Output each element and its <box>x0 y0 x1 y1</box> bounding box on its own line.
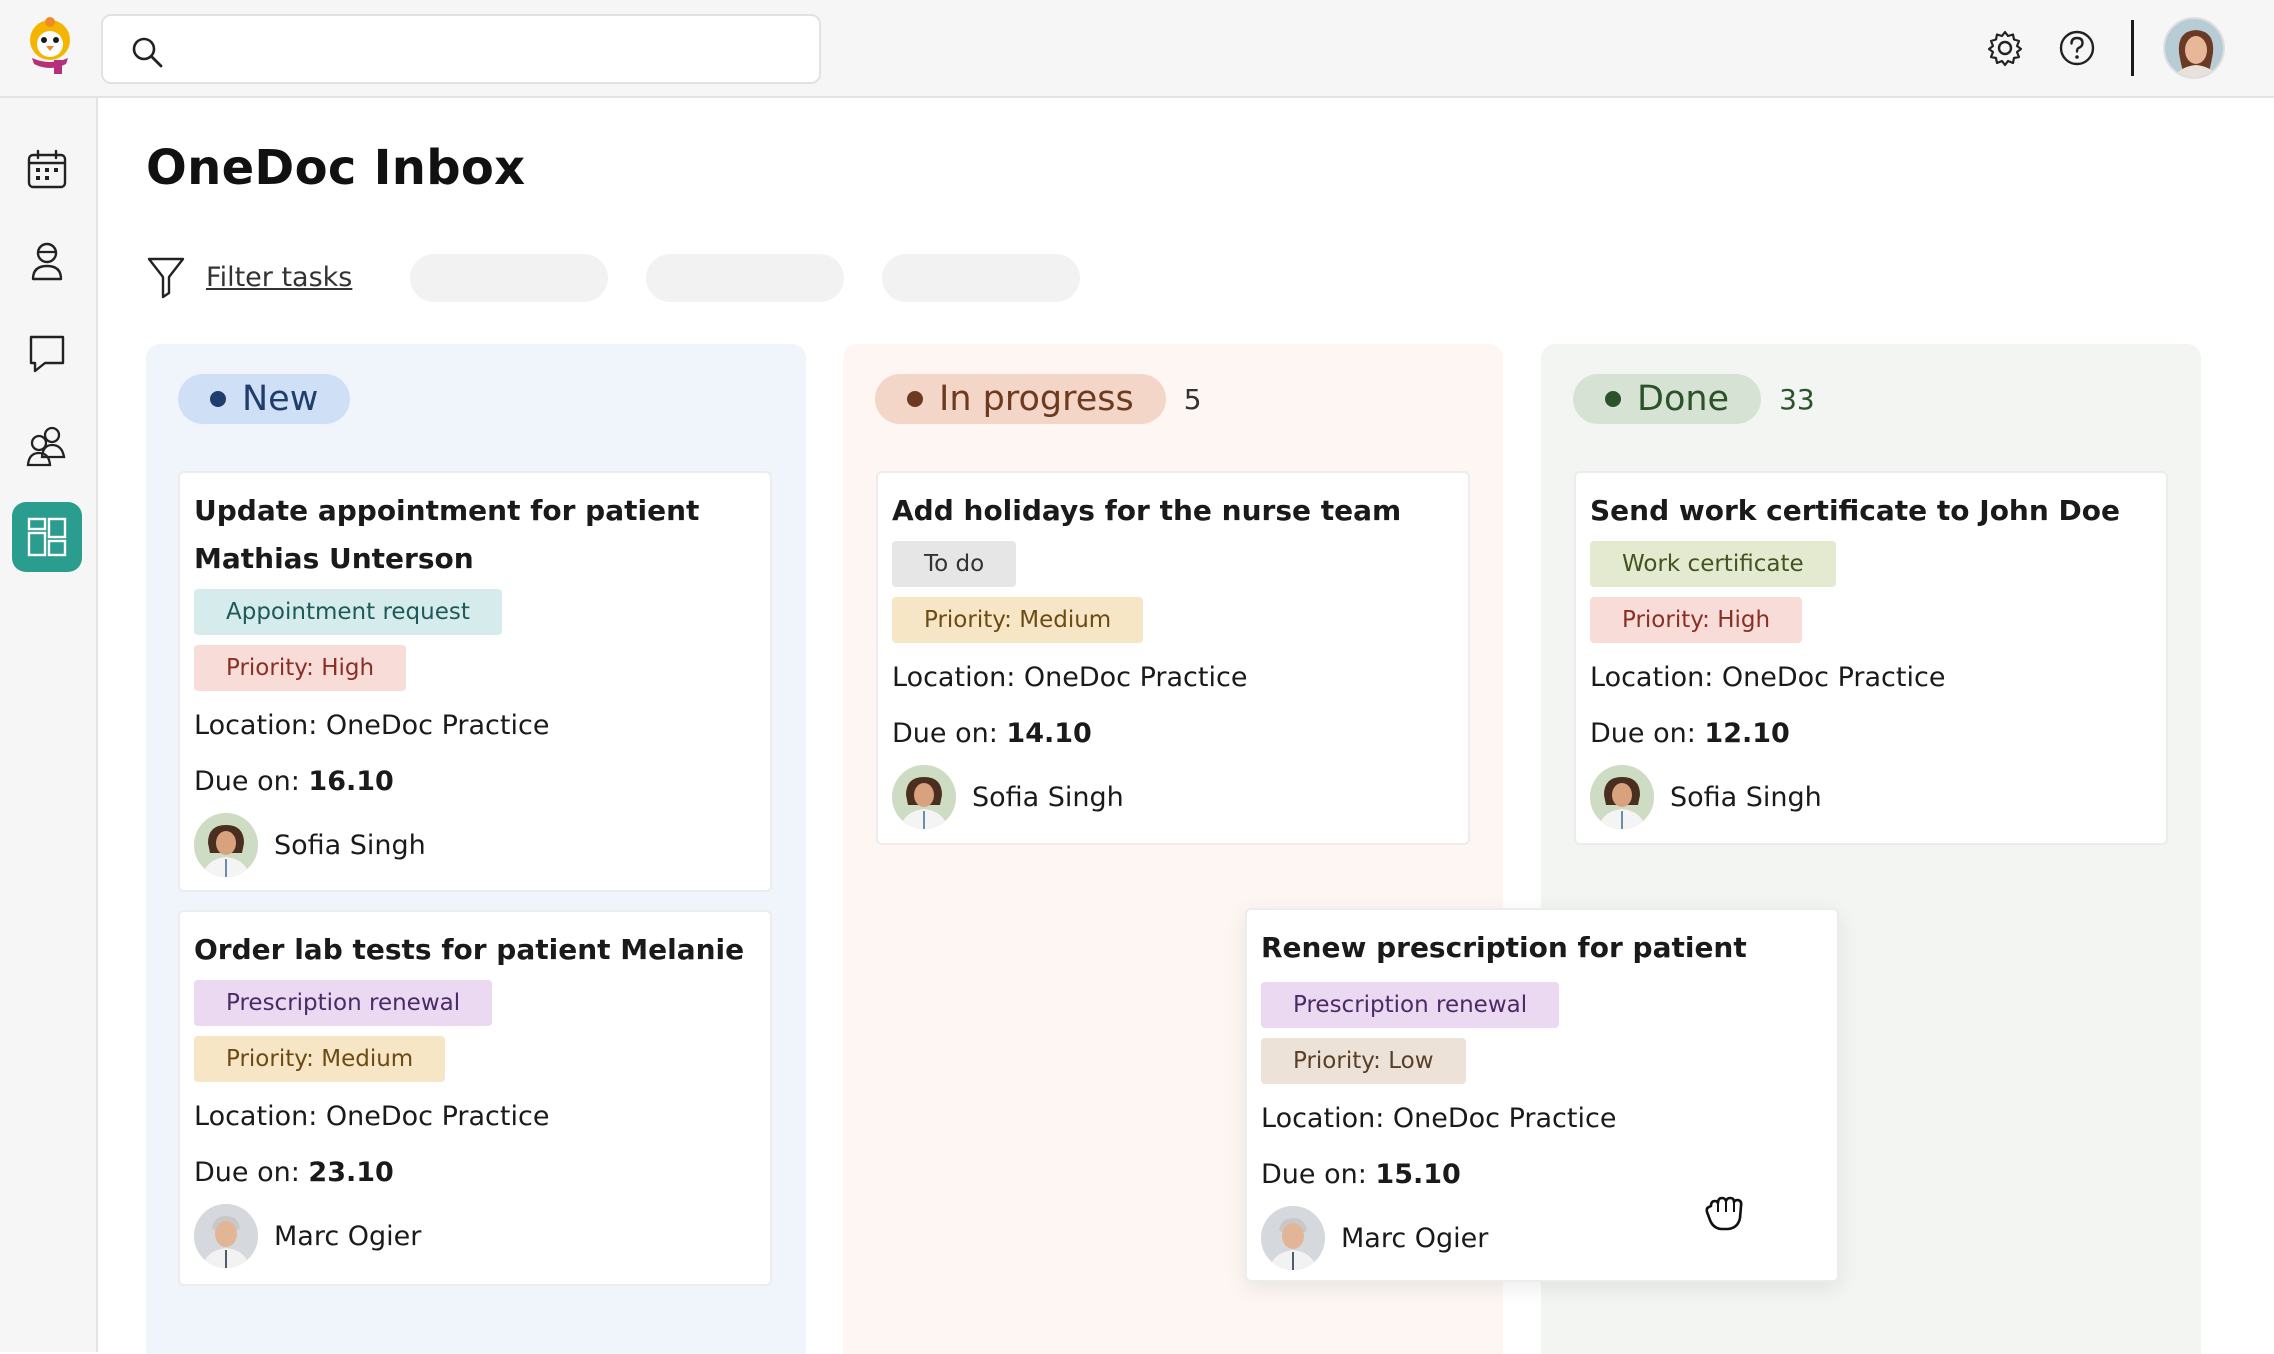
task-location: Location: OneDoc Practice <box>1590 662 1946 693</box>
status-dot <box>1605 391 1621 407</box>
assignee-avatar <box>194 813 258 877</box>
task-card[interactable]: Send work certificate to John Doe Work c… <box>1574 471 2168 845</box>
gear-icon[interactable] <box>1985 28 2025 68</box>
assignee-avatar <box>1590 765 1654 829</box>
column-title: In progress <box>939 379 1134 419</box>
penguin-logo-icon[interactable] <box>18 14 82 78</box>
task-assignee: Sofia Singh <box>892 765 1124 829</box>
priority-tag: Priority: Low <box>1261 1038 1466 1084</box>
assignee-avatar <box>1261 1206 1325 1270</box>
task-title-line2: Mathias Unterson <box>194 542 474 575</box>
priority-tag: Priority: Medium <box>194 1036 446 1082</box>
assignee-name: Sofia Singh <box>1670 781 1822 813</box>
sidebar <box>0 98 98 1352</box>
status-pill-new: New <box>178 374 351 424</box>
priority-tag: Priority: Medium <box>892 597 1144 643</box>
sidebar-item-calendar[interactable] <box>12 134 82 204</box>
task-assignee: Marc Ogier <box>1261 1206 1488 1270</box>
search-input[interactable] <box>101 14 821 84</box>
task-card[interactable]: Add holidays for the nurse team To do Pr… <box>876 471 1470 845</box>
filter-icon <box>147 257 185 299</box>
task-title: Send work certificate to John Doe <box>1590 494 2121 527</box>
sidebar-item-patients[interactable] <box>12 226 82 296</box>
status-pill-done: Done <box>1573 374 1762 424</box>
task-due-date: Due on: 23.10 <box>194 1157 394 1188</box>
task-location: Location: OneDoc Practice <box>892 662 1248 693</box>
column-new: New Update appointment for patient Mathi… <box>146 344 806 1354</box>
task-due-date: Due on: 16.10 <box>194 766 394 797</box>
filter-chip-placeholder[interactable] <box>882 254 1080 302</box>
patient-icon <box>31 242 63 281</box>
assignee-name: Sofia Singh <box>972 781 1124 813</box>
sidebar-item-team[interactable] <box>12 410 82 480</box>
category-tag: Work certificate <box>1590 541 1836 587</box>
task-location: Location: OneDoc Practice <box>1261 1103 1617 1134</box>
status-pill-in-progress: In progress <box>875 374 1166 424</box>
assignee-avatar <box>194 1204 258 1268</box>
status-dot <box>907 391 923 407</box>
task-card[interactable]: Update appointment for patient Mathias U… <box>178 471 772 892</box>
category-tag: Prescription renewal <box>194 980 493 1026</box>
priority-tag: Priority: High <box>194 645 407 691</box>
user-avatar[interactable] <box>2163 17 2225 79</box>
help-icon[interactable] <box>2057 28 2097 68</box>
category-tag: Appointment request <box>194 589 502 635</box>
column-title: Done <box>1637 379 1730 419</box>
filter-chip-placeholder[interactable] <box>410 254 608 302</box>
column-header: In progress 5 <box>875 374 1202 424</box>
top-bar <box>0 0 2274 98</box>
task-card-dragging[interactable]: Renew prescription for patient Claire No… <box>1245 908 1839 1282</box>
category-tag: Prescription renewal <box>1261 982 1560 1028</box>
task-card[interactable]: Order lab tests for patient Melanie Müll… <box>178 910 772 1286</box>
task-location: Location: OneDoc Practice <box>194 710 550 741</box>
assignee-avatar <box>892 765 956 829</box>
page-title: OneDoc Inbox <box>146 140 526 196</box>
task-due-date: Due on: 12.10 <box>1590 718 1790 749</box>
task-assignee: Sofia Singh <box>1590 765 1822 829</box>
dashboard-icon <box>27 517 67 557</box>
team-icon <box>26 426 66 467</box>
assignee-name: Sofia Singh <box>274 829 426 861</box>
task-due-date: Due on: 15.10 <box>1261 1159 1461 1190</box>
calendar-icon <box>27 149 67 189</box>
task-title: Update appointment for patient <box>194 494 700 527</box>
priority-tag: Priority: High <box>1590 597 1803 643</box>
sidebar-item-inbox[interactable] <box>12 502 82 572</box>
sidebar-item-messages[interactable] <box>12 318 82 388</box>
assignee-name: Marc Ogier <box>274 1220 422 1252</box>
toolbar-divider <box>2131 20 2134 76</box>
assignee-name: Marc Ogier <box>1341 1222 1489 1254</box>
column-header: Done 33 <box>1573 374 1815 424</box>
task-assignee: Sofia Singh <box>194 813 426 877</box>
task-assignee: Marc Ogier <box>194 1204 421 1268</box>
task-title: Add holidays for the nurse team <box>892 494 1402 527</box>
status-tag: To do <box>892 541 1017 587</box>
filter-tasks-link[interactable]: Filter tasks <box>146 254 352 300</box>
column-header: New <box>178 374 368 424</box>
status-dot <box>210 391 226 407</box>
task-due-date: Due on: 14.10 <box>892 718 1092 749</box>
task-location: Location: OneDoc Practice <box>194 1101 550 1132</box>
column-title: New <box>242 379 319 419</box>
chat-icon <box>29 335 65 373</box>
grab-cursor-icon <box>1703 1190 1747 1236</box>
search-icon <box>132 37 163 68</box>
column-count: 33 <box>1779 382 1815 416</box>
filter-tasks-label: Filter tasks <box>206 261 353 293</box>
filter-chip-placeholder[interactable] <box>646 254 844 302</box>
column-count: 5 <box>1183 382 1202 416</box>
